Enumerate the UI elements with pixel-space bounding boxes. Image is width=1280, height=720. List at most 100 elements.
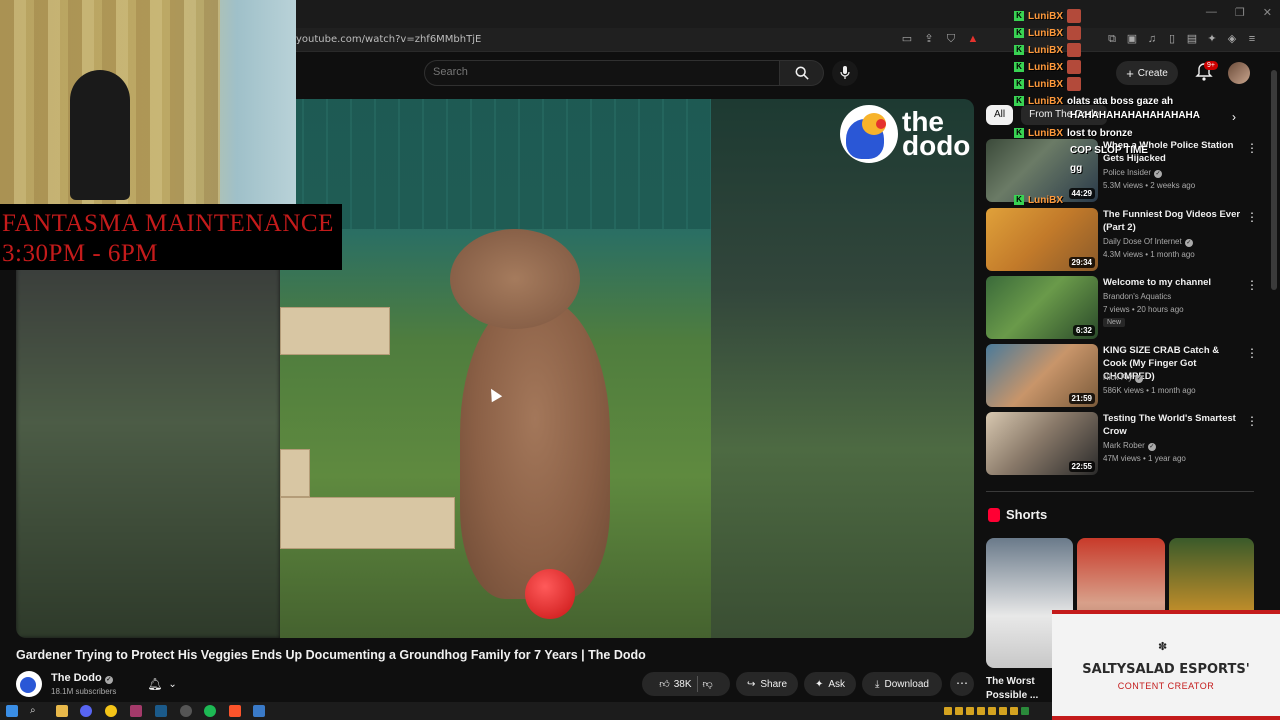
chat-message: K LuniBX lost to bronze: [1014, 125, 1133, 141]
search-icon[interactable]: ⌕: [30, 705, 42, 717]
related-video[interactable]: 22:55 Testing The World's Smartest Crow …: [986, 412, 1258, 476]
app-icon[interactable]: [253, 705, 265, 717]
share-icon: ↪: [746, 678, 756, 690]
thumbs-down-icon: 👎︎: [702, 679, 713, 690]
chevron-down-icon: ⌄: [168, 678, 177, 690]
shorts-heading: Shorts: [988, 507, 1047, 522]
close-icon[interactable]: ✕: [1263, 6, 1272, 19]
video-title-main: Gardener Trying to Protect His Veggies E…: [16, 648, 646, 662]
share-button[interactable]: ↪ Share: [736, 672, 798, 696]
wooden-plank: [280, 497, 455, 549]
more-options-icon[interactable]: ⋮: [1246, 210, 1258, 224]
dislike-button[interactable]: 👎︎: [703, 678, 713, 690]
tray-icon[interactable]: [1010, 707, 1018, 715]
bell-icon: 🔔︎: [147, 677, 163, 691]
brave-rewards-icon[interactable]: ▲: [966, 32, 980, 46]
chip-all[interactable]: All: [986, 105, 1014, 125]
duration-badge: 21:59: [1068, 393, 1095, 404]
fence: [280, 99, 711, 229]
video-meta: 586K views • 1 month ago: [1103, 386, 1196, 395]
ambient-blur-right: [710, 99, 974, 638]
chat-message: K LuniBX: [1014, 8, 1081, 24]
dodo-logo-icon: [840, 105, 898, 163]
chat-message: K LuniBX: [1014, 192, 1063, 208]
shield-icon[interactable]: ⛉: [944, 32, 958, 46]
tray-icon[interactable]: [955, 707, 963, 715]
steam-icon[interactable]: [155, 705, 167, 717]
system-tray: [944, 707, 1029, 715]
screen: — ❐ ✕ youtube.com/watch?v=zhf6MMbhTjE ▭ …: [0, 0, 1280, 720]
chrome-icon[interactable]: [105, 705, 117, 717]
chat-message: gg: [1070, 162, 1083, 174]
start-icon[interactable]: [6, 705, 18, 717]
more-options-icon[interactable]: ⋮: [1246, 278, 1258, 292]
tray-icon[interactable]: [999, 707, 1007, 715]
sponsor-overlay: ✽ SALTYSALAD ESPORTS' CONTENT CREATOR: [1052, 610, 1280, 720]
maximize-icon[interactable]: ❐: [1235, 6, 1245, 19]
file-explorer-icon[interactable]: [56, 705, 68, 717]
channel-avatar[interactable]: [16, 671, 42, 697]
download-label: Download: [884, 678, 929, 690]
shorts-logo-icon: [988, 507, 1000, 522]
related-video[interactable]: 21:59 KING SIZE CRAB Catch & Cook (My Fi…: [986, 344, 1258, 408]
chat-message: K LuniBX: [1014, 25, 1081, 41]
search-box[interactable]: [424, 60, 780, 86]
tray-icon[interactable]: [977, 707, 985, 715]
streamer-webcam: [0, 0, 296, 204]
address-bar-icons: ▭ ⇪ ⛉ ▲: [900, 32, 980, 46]
video-title[interactable]: Testing The World's Smartest Crow: [1103, 412, 1243, 438]
tray-icon[interactable]: [944, 707, 952, 715]
dodo-logo-text: the dodo: [902, 106, 971, 161]
chat-message: K LuniBX: [1014, 59, 1081, 75]
like-button[interactable]: 👍︎ 38K: [659, 678, 692, 691]
ask-button[interactable]: ✦ Ask: [804, 672, 856, 696]
app-icon[interactable]: [130, 705, 142, 717]
more-options-icon[interactable]: ⋮: [1246, 346, 1258, 360]
more-options-icon[interactable]: ⋮: [1246, 141, 1258, 155]
cast-icon[interactable]: ▭: [900, 32, 914, 46]
tray-icon[interactable]: [1021, 707, 1029, 715]
url-text[interactable]: youtube.com/watch?v=zhf6MMbhTjE: [296, 34, 481, 45]
groundhog-head: [450, 229, 580, 329]
download-button[interactable]: ⤓ Download: [862, 672, 942, 696]
obs-icon[interactable]: [180, 705, 192, 717]
video-frame[interactable]: [280, 99, 711, 638]
video-thumbnail[interactable]: 6:32: [986, 276, 1098, 339]
chat-message: K LuniBX: [1014, 76, 1081, 92]
share-page-icon[interactable]: ⇪: [922, 32, 936, 46]
verified-icon: ✓: [1135, 375, 1144, 383]
tray-icon[interactable]: [988, 707, 996, 715]
video-thumbnail[interactable]: 21:59: [986, 344, 1098, 407]
more-options-icon[interactable]: ⋮: [1246, 414, 1258, 428]
share-label: Share: [760, 678, 788, 690]
ask-label: Ask: [828, 678, 846, 690]
subscription-bell-button[interactable]: 🔔︎ ⌄: [137, 672, 187, 696]
sponsor-title: SALTYSALAD ESPORTS': [1082, 662, 1250, 677]
video-thumbnail[interactable]: 22:55: [986, 412, 1098, 475]
voice-search-button[interactable]: [832, 60, 858, 86]
os-taskbar: ⌕: [0, 702, 1052, 720]
channel-name[interactable]: Brandon's Aquatics: [1103, 292, 1171, 301]
more-actions-button[interactable]: ⋯: [950, 672, 974, 696]
spotify-icon[interactable]: [204, 705, 216, 717]
menu-icon[interactable]: ≡: [1245, 32, 1259, 46]
wooden-plank: [280, 449, 310, 497]
channel-name[interactable]: Mark Rober ✓: [1103, 441, 1156, 451]
tray-icon[interactable]: [966, 707, 974, 715]
channel-name[interactable]: Nick Fry ✓: [1103, 373, 1144, 383]
like-count: 38K: [673, 678, 692, 690]
channel-name-main[interactable]: The Dodo ✓: [51, 672, 113, 684]
search-input[interactable]: [433, 66, 763, 78]
chat-message: HAHAHAHAHAHAHAHAHA: [1070, 109, 1200, 121]
sponsor-subtitle: CONTENT CREATOR: [1117, 681, 1215, 691]
maintenance-time: 3:30PM - 6PM: [2, 240, 159, 267]
new-badge: New: [1103, 318, 1126, 327]
verified-icon: ✓: [1147, 443, 1156, 451]
wooden-plank: [280, 307, 390, 355]
search-button[interactable]: [780, 60, 824, 86]
brave-icon[interactable]: [229, 705, 241, 717]
discord-icon[interactable]: [80, 705, 92, 717]
scrollbar[interactable]: [1271, 70, 1277, 290]
related-video[interactable]: 6:32 Welcome to my channel Brandon's Aqu…: [986, 276, 1258, 340]
short-title[interactable]: The Worst Possible ...: [986, 675, 1046, 703]
